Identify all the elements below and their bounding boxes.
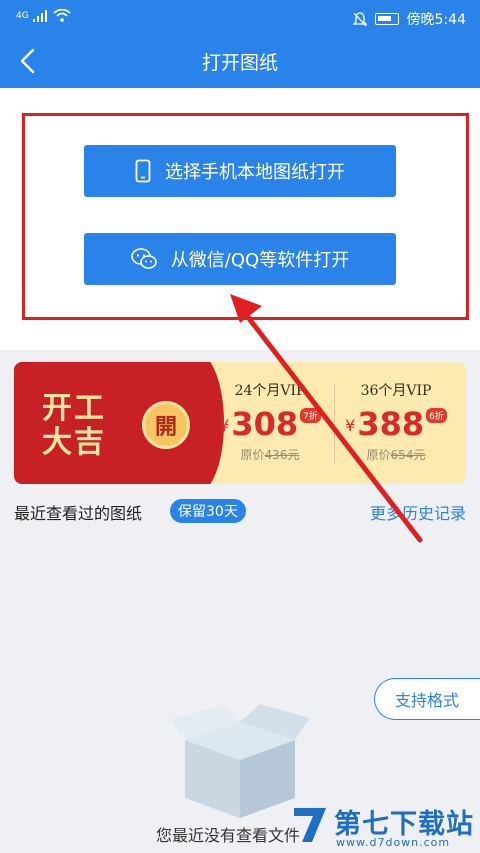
status-left: 4G (16, 9, 71, 22)
discount-badge: 7折 (300, 408, 321, 423)
plan-36-month[interactable]: 36个月VIP ¥ 388 6折 原价654元 (336, 380, 456, 463)
original-price-label: 原价 (366, 448, 391, 462)
signal-icon (32, 9, 47, 22)
battery-icon (374, 13, 399, 25)
original-price-label: 原价 (240, 448, 265, 462)
watermark-logo-icon (294, 808, 326, 842)
wifi-icon (53, 9, 71, 22)
plan-divider (334, 384, 335, 464)
slogan-line-1: 开工 (42, 391, 106, 426)
plan-name: 24个月VIP (234, 383, 306, 399)
recent-drawings-title: 最近查看过的图纸 (14, 504, 143, 523)
more-history-link[interactable]: 更多历史记录 (370, 500, 466, 524)
original-price: 原价654元 (336, 446, 456, 463)
network-type: 4G (16, 10, 29, 21)
supported-formats-button[interactable]: 支持格式 (374, 678, 480, 720)
plan-name: 36个月VIP (360, 383, 432, 399)
status-right: 傍晚5:44 (352, 9, 466, 29)
currency-symbol: ¥ (219, 416, 230, 435)
mute-icon (352, 11, 367, 26)
supported-formats-label: 支持格式 (395, 691, 460, 710)
slogan-line-2: 大吉 (42, 425, 106, 460)
vip-promo-banner[interactable]: 开工 大吉 開 24个月VIP ¥ 308 7折 原价436元 36个月VIP … (14, 362, 466, 484)
price-row: ¥ 308 7折 (210, 406, 330, 442)
banner-slogan: 开工 大吉 (42, 392, 106, 460)
discount-badge: 6折 (426, 408, 447, 423)
price: 388 (357, 405, 425, 443)
original-price-value: 436元 (264, 448, 300, 462)
empty-state-text: 您最近没有查看文件 (156, 826, 301, 845)
plan-24-month[interactable]: 24个月VIP ¥ 308 7折 原价436元 (210, 380, 330, 463)
watermark-url: www.d7down.com (336, 836, 451, 849)
original-price: 原价436元 (210, 446, 330, 463)
price: 308 (231, 405, 299, 443)
nav-bar: 打开图纸 (0, 34, 480, 88)
page-title: 打开图纸 (201, 52, 278, 74)
highlight-frame (22, 113, 469, 320)
currency-symbol: ¥ (345, 416, 356, 435)
retention-badge: 保留30天 (170, 499, 246, 523)
status-bar: 4G 傍晚5:44 (0, 0, 480, 34)
site-watermark: 第七下载站 www.d7down.com (282, 800, 480, 853)
price-row: ¥ 388 6折 (336, 406, 456, 442)
clock: 傍晚5:44 (406, 12, 466, 28)
seal-icon: 開 (142, 401, 190, 449)
original-price-value: 654元 (390, 448, 426, 462)
